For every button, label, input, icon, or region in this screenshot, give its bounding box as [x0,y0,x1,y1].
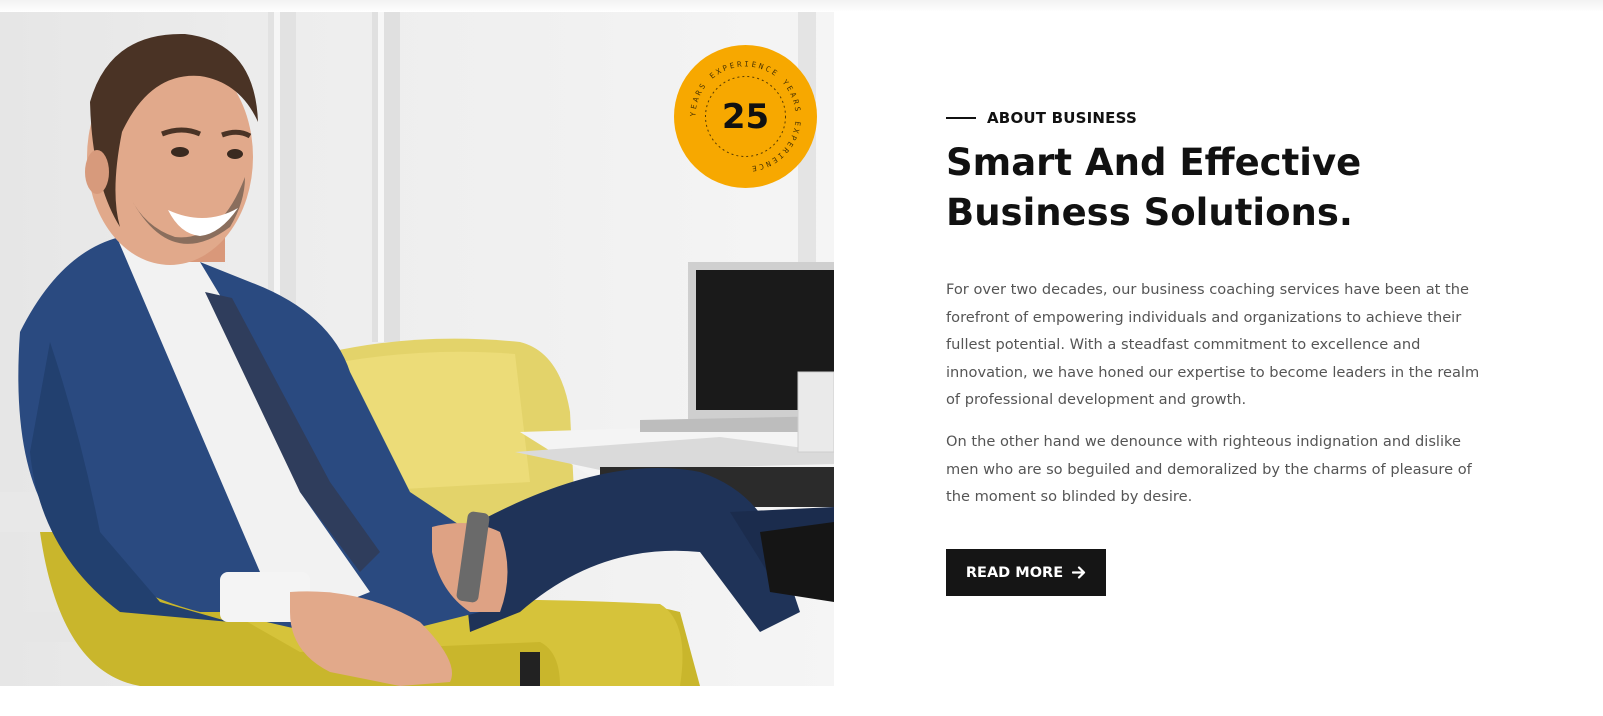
intro-paragraph: For over two decades, our business coach… [946,281,1480,408]
read-more-button[interactable]: READ MORE [946,549,1106,596]
title-line-1: Smart And Effective [946,141,1362,184]
section-title: Smart And Effective Business Solutions. [946,138,1506,238]
arrow-right-icon [1072,566,1086,579]
years-number: 25 [721,96,770,137]
section-eyebrow: ABOUT BUSINESS [946,106,1137,130]
top-divider [0,0,1603,12]
eyebrow-line [946,117,976,119]
about-photo: YEARS EXPERIENCE YEARS EXPERIENCE 25 [0,12,834,686]
title-line-2: Business Solutions. [946,191,1353,234]
secondary-paragraph: On the other hand we denounce with right… [946,433,1472,505]
eyebrow-label: ABOUT BUSINESS [987,109,1137,127]
experience-badge: YEARS EXPERIENCE YEARS EXPERIENCE 25 [674,45,817,188]
read-more-label: READ MORE [965,564,1064,581]
